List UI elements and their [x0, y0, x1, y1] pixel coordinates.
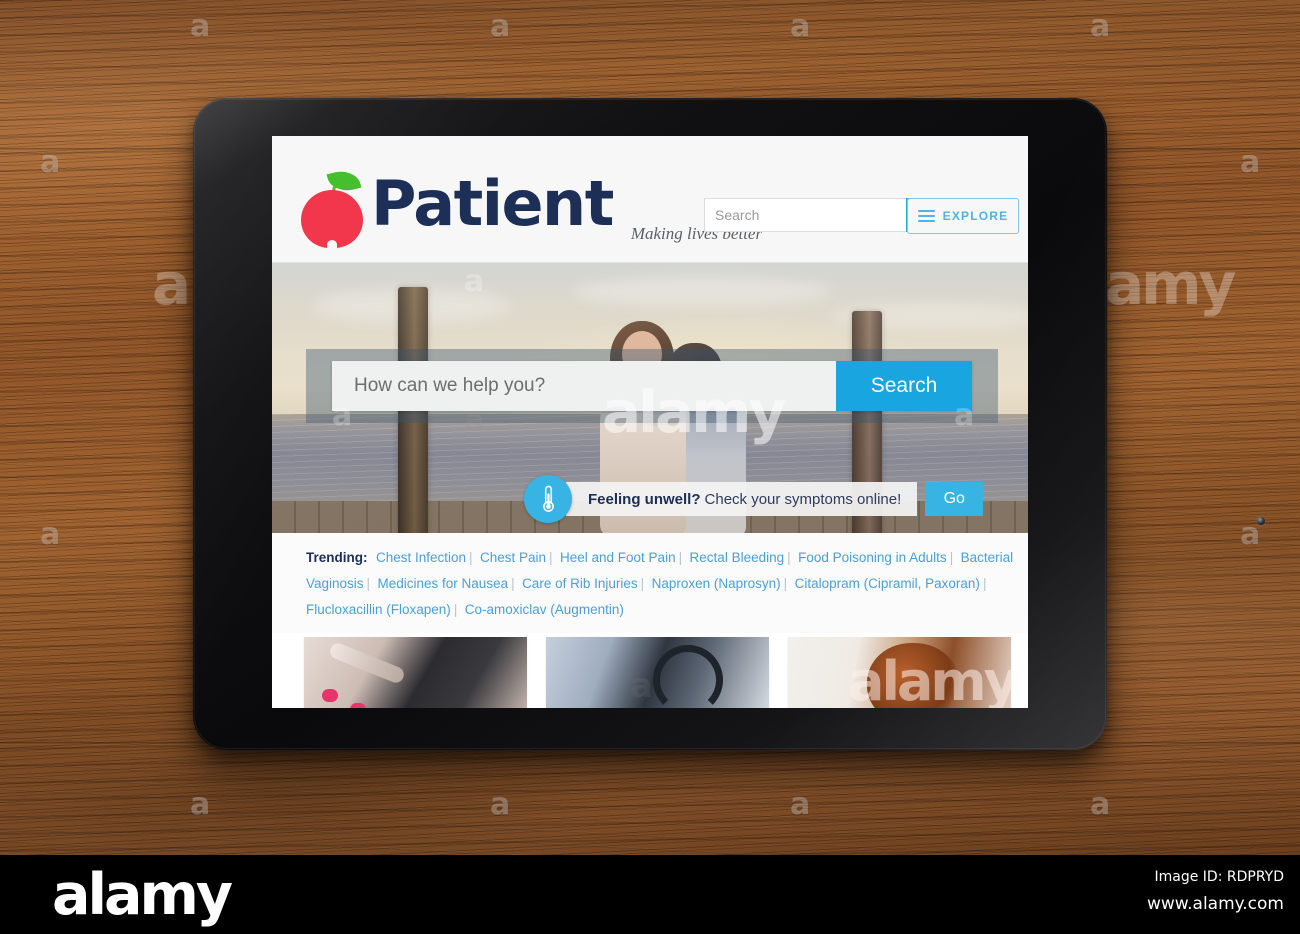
separator: |: [787, 550, 791, 565]
trending-label: Trending:: [306, 550, 368, 565]
featured-cards-row: a alamy: [272, 632, 1028, 708]
blood-pressure-check-card[interactable]: a: [546, 636, 769, 708]
trending-link[interactable]: Rectal Bleeding: [690, 550, 785, 565]
trending-link[interactable]: Chest Infection: [376, 550, 466, 565]
alamy-footer-meta: Image ID: RDPRYD www.alamy.com: [1147, 869, 1284, 914]
separator: |: [982, 575, 987, 591]
alamy-logo: alamy: [52, 862, 233, 928]
symptom-go-button[interactable]: Go: [925, 482, 984, 516]
trending-link[interactable]: Care of Rib Injuries: [522, 576, 638, 591]
explore-button[interactable]: EXPLORE: [907, 198, 1019, 234]
hero-search-button[interactable]: Search: [836, 361, 972, 411]
trending-link[interactable]: Heel and Foot Pain: [560, 550, 676, 565]
hero-search-input[interactable]: [332, 361, 836, 411]
alamy-watermark-word: alamy: [848, 649, 1011, 708]
hamburger-menu-icon: [917, 210, 935, 222]
image-id-label: Image ID: RDPRYD: [1154, 869, 1285, 885]
hero-banner: Search Feeling unwell? Check your sympto…: [272, 263, 1028, 533]
trending-link[interactable]: Chest Pain: [480, 550, 546, 565]
thermometer-glyph: [542, 485, 554, 512]
separator: |: [366, 575, 371, 591]
separator: |: [678, 550, 683, 565]
trending-link[interactable]: Co-amoxiclav (Augmentin): [465, 602, 624, 617]
tablet-screen: Patient Making lives better EXPLORE: [272, 136, 1028, 708]
trending-link[interactable]: Naproxen (Naprosyn): [652, 576, 781, 591]
explore-button-label: EXPLORE: [942, 209, 1009, 223]
separator: |: [783, 575, 788, 591]
header-search-input[interactable]: [704, 198, 906, 232]
symptom-checker-message[interactable]: Feeling unwell? Check your symptoms onli…: [556, 482, 918, 516]
thermometer-icon[interactable]: [524, 475, 572, 523]
separator: |: [469, 550, 473, 565]
header-search: [704, 198, 935, 232]
symptom-checker-banner: Feeling unwell? Check your symptoms onli…: [524, 475, 984, 523]
blood-glucose-test-card[interactable]: [304, 636, 527, 708]
separator: |: [949, 550, 954, 565]
trending-links: Trending: Chest Infection | Chest Pain | H…: [272, 533, 1028, 633]
woman-with-glasses-card[interactable]: alamy: [788, 636, 1011, 708]
separator: |: [549, 550, 553, 565]
symptom-subtext: Check your symptoms online!: [704, 490, 902, 508]
symptom-headline: Feeling unwell?: [588, 490, 701, 508]
red-apple-icon: [299, 160, 365, 249]
tablet-front-camera-icon: [1257, 517, 1265, 525]
site-logo[interactable]: Patient Making lives better: [299, 160, 762, 249]
separator: |: [453, 601, 458, 617]
trending-link[interactable]: Food Poisoning in Adults: [798, 550, 947, 565]
apple-body-shape: [301, 190, 363, 249]
separator: |: [640, 575, 645, 591]
alamy-footer-bar: alamy Image ID: RDPRYD www.alamy.com: [0, 855, 1300, 934]
separator: |: [511, 575, 515, 591]
brand-name: Patient: [371, 167, 614, 240]
site-header: Patient Making lives better EXPLORE: [272, 136, 1028, 263]
alamy-watermark-letter: a: [630, 665, 653, 706]
alamy-website-url: www.alamy.com: [1146, 894, 1284, 914]
trending-link[interactable]: Medicines for Nausea: [378, 576, 509, 591]
hero-search: Search: [332, 361, 972, 411]
trending-link[interactable]: Flucloxacillin (Floxapen): [306, 602, 451, 617]
trending-link[interactable]: Citalopram (Cipramil, Paxoran): [795, 576, 980, 591]
